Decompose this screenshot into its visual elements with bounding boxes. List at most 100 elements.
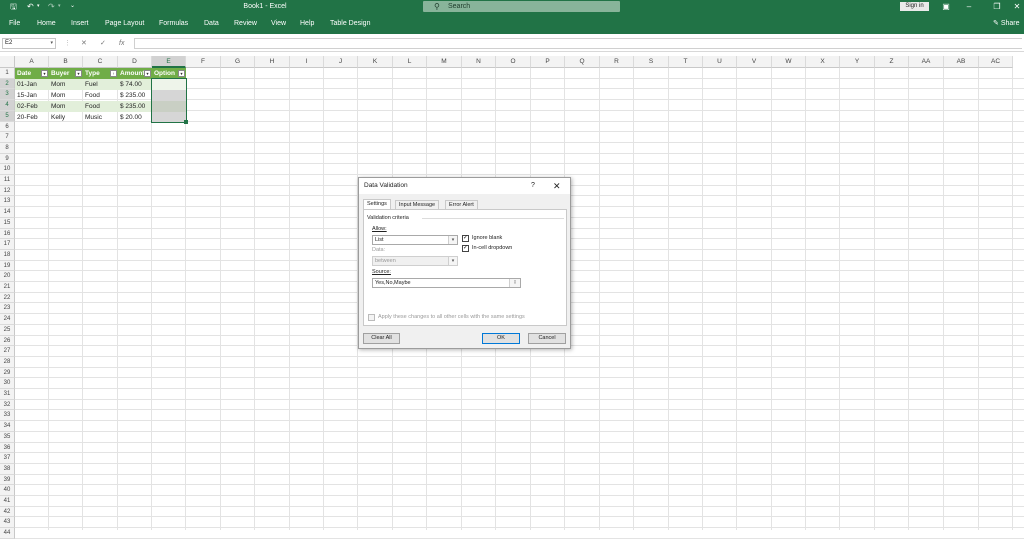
table-header-buyer[interactable]: Buyer ▾ [49,68,83,79]
column-header[interactable]: W [772,56,806,68]
column-header[interactable]: H [255,56,290,68]
incell-dropdown-checkbox[interactable]: ✓ [462,245,469,252]
collapse-dialog-icon[interactable]: ⭱ [509,279,520,287]
row-header[interactable]: 25 [0,325,15,336]
table-cell[interactable]: $ 235.00 [118,101,152,112]
column-header[interactable]: AC [979,56,1013,68]
filter-dropdown-icon[interactable]: ▾ [75,70,82,77]
restore-icon[interactable]: ❐ [988,0,1006,13]
column-header[interactable]: S [634,56,669,68]
row-header[interactable]: 8 [0,143,15,154]
row-header[interactable]: 15 [0,218,15,229]
allow-select[interactable]: List ▾ [372,235,458,245]
column-header[interactable]: K [358,56,393,68]
ok-button[interactable]: OK [482,333,520,344]
row-header[interactable]: 2 [0,79,15,89]
row-header[interactable]: 41 [0,496,15,507]
row-header[interactable]: 19 [0,261,15,271]
row-header[interactable]: 13 [0,196,15,207]
column-header[interactable]: B [49,56,83,68]
row-header[interactable]: 9 [0,154,15,164]
row-header[interactable]: 23 [0,303,15,314]
table-cell[interactable]: 02-Feb [15,101,49,112]
row-header[interactable]: 1 [0,68,15,79]
data-select[interactable]: between ▾ [372,256,458,266]
row-header[interactable]: 43 [0,517,15,528]
search-box[interactable]: ⚲ Search [423,1,620,12]
column-header[interactable]: M [427,56,462,68]
row-header[interactable]: 39 [0,475,15,485]
tab-data[interactable]: Data [204,13,219,34]
ribbon-display-icon[interactable]: ▣ [937,0,955,13]
row-header[interactable]: 27 [0,346,15,357]
table-cell[interactable]: Food [83,90,118,101]
insert-function-icon[interactable]: fx [119,38,124,49]
cancel-button[interactable]: Cancel [528,333,566,344]
table-cell[interactable]: Mom [49,90,83,101]
row-header[interactable]: 21 [0,282,15,293]
row-header[interactable]: 7 [0,132,15,143]
tab-formulas[interactable]: Formulas [159,13,188,34]
table-cell[interactable]: Food [83,101,118,112]
column-header[interactable]: AA [909,56,944,68]
row-header[interactable]: 12 [0,186,15,196]
table-cell[interactable]: Music [83,112,118,123]
row-header[interactable]: 35 [0,432,15,443]
row-header[interactable]: 20 [0,271,15,282]
table-cell[interactable]: $ 74.00 [118,79,152,90]
row-header[interactable]: 42 [0,507,15,517]
row-header[interactable]: 36 [0,443,15,453]
table-header-amount[interactable]: Amount ▾ [118,68,152,79]
table-cell[interactable]: Fuel [83,79,118,90]
row-header[interactable]: 16 [0,229,15,239]
column-header[interactable]: A [15,56,49,68]
sign-in-button[interactable]: Sign in [900,2,929,11]
column-header[interactable]: AB [944,56,979,68]
column-header[interactable]: R [600,56,634,68]
column-header[interactable]: N [462,56,496,68]
column-header[interactable]: T [669,56,703,68]
tab-file[interactable]: File [9,13,20,34]
column-header[interactable]: C [83,56,118,68]
tab-help[interactable]: Help [300,13,314,34]
row-header[interactable]: 18 [0,250,15,261]
row-header[interactable]: 11 [0,175,15,186]
row-header[interactable]: 6 [0,122,15,132]
row-header[interactable]: 26 [0,336,15,346]
row-header[interactable]: 32 [0,400,15,410]
close-icon[interactable]: ✕ [553,178,561,194]
tab-review[interactable]: Review [234,13,257,34]
help-icon[interactable]: ? [531,178,535,194]
table-header-type[interactable]: Type ↑ [83,68,118,79]
column-header[interactable]: Z [875,56,909,68]
row-header[interactable]: 4 [0,100,15,111]
column-header[interactable]: I [290,56,324,68]
row-header[interactable]: 33 [0,410,15,421]
minimize-icon[interactable]: – [960,0,978,13]
column-header[interactable]: V [737,56,772,68]
column-header[interactable]: P [531,56,565,68]
close-window-icon[interactable]: ✕ [1008,0,1024,13]
row-header[interactable]: 29 [0,368,15,378]
column-header[interactable]: Q [565,56,600,68]
table-cell[interactable]: $ 20.00 [118,112,152,123]
row-header[interactable]: 30 [0,378,15,389]
tab-page-layout[interactable]: Page Layout [105,13,144,34]
tab-home[interactable]: Home [37,13,56,34]
column-header[interactable]: O [496,56,531,68]
row-header[interactable]: 14 [0,207,15,218]
sort-ascending-icon[interactable]: ↑ [110,70,117,77]
column-header[interactable]: E [152,56,186,68]
row-header[interactable]: 24 [0,314,15,325]
column-header[interactable]: F [186,56,221,68]
table-cell[interactable]: Mom [49,79,83,90]
table-cell[interactable]: Mom [49,101,83,112]
column-header[interactable]: D [118,56,152,68]
filter-dropdown-icon[interactable]: ▾ [144,70,151,77]
filter-dropdown-icon[interactable]: ▾ [178,70,185,77]
table-cell[interactable]: 15-Jan [15,90,49,101]
column-header[interactable]: U [703,56,737,68]
column-header[interactable]: J [324,56,358,68]
ignore-blank-checkbox[interactable]: ✓ [462,235,469,242]
clear-all-button[interactable]: Clear All [363,333,400,344]
